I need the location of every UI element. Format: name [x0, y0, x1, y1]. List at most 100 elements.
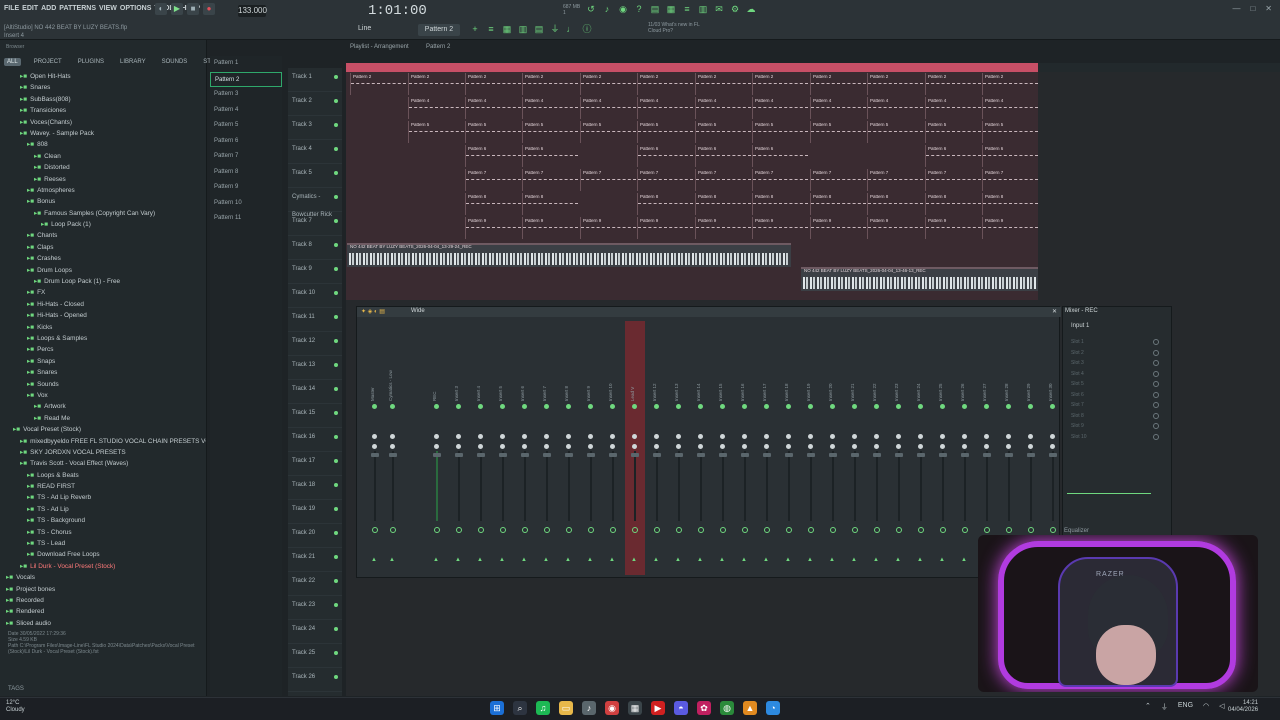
effect-slot[interactable]: Slot 1 — [1071, 337, 1161, 347]
volume-fader-track[interactable] — [392, 451, 394, 521]
mixer-strip[interactable]: Insert 7 ▲ — [537, 321, 557, 575]
spotify-icon[interactable]: ♫ — [536, 701, 550, 715]
menu-item-add[interactable]: ADD — [41, 5, 56, 12]
browser-item[interactable]: ▸■ TS - Lead — [6, 538, 206, 549]
pan-knob[interactable] — [478, 434, 483, 439]
volume-fader-cap[interactable] — [565, 453, 573, 457]
send-knob[interactable] — [808, 527, 814, 533]
route-arrow-icon[interactable]: ▲ — [499, 557, 505, 563]
track-mute-led[interactable] — [334, 267, 338, 271]
volume-fader-track[interactable] — [832, 451, 834, 521]
mixer-strip[interactable]: Insert 3 ▲ — [449, 321, 469, 575]
track-mute-led[interactable] — [334, 123, 338, 127]
pan-knob[interactable] — [434, 434, 439, 439]
volume-fader-track[interactable] — [502, 451, 504, 521]
volume-fader-cap[interactable] — [609, 453, 617, 457]
mixer-strip[interactable]: Insert 5 ▲ — [493, 321, 513, 575]
track-mute-led[interactable] — [334, 555, 338, 559]
pattern-clip[interactable]: Pattern 7 — [695, 169, 751, 191]
pattern-clip[interactable]: Pattern 8 — [982, 193, 1038, 215]
browser-item[interactable]: ▸■ Snaps — [6, 356, 206, 367]
tray-volume-icon[interactable]: ◁ — [1219, 702, 1224, 712]
route-arrow-icon[interactable]: ▲ — [389, 557, 395, 563]
browser-item[interactable]: ▸■ TS - Ad Lip — [6, 504, 206, 515]
track-mute-led[interactable] — [334, 339, 338, 343]
stereo-knob[interactable] — [632, 444, 637, 449]
pattern-clip[interactable]: Pattern 5 — [867, 121, 923, 143]
pattern-clip[interactable]: Pattern 7 — [810, 169, 866, 191]
pattern-clip[interactable]: Pattern 2 — [925, 73, 981, 95]
pattern-clip[interactable]: Pattern 2 — [637, 73, 693, 95]
volume-fader-cap[interactable] — [917, 453, 925, 457]
route-arrow-icon[interactable]: ▲ — [631, 557, 637, 563]
route-arrow-icon[interactable]: ▲ — [521, 557, 527, 563]
send-knob[interactable] — [676, 527, 682, 533]
pattern-clip[interactable]: Pattern 8 — [867, 193, 923, 215]
track-mute-led[interactable] — [334, 651, 338, 655]
strip-active-led[interactable] — [500, 404, 505, 409]
tray-wifi-icon[interactable]: ◠ — [1203, 702, 1209, 712]
browser-tab-sounds[interactable]: SOUNDS — [159, 58, 191, 66]
track-header[interactable]: Cymatics - Bowcutter Rick — [288, 188, 342, 218]
start-icon[interactable]: ⊞ — [490, 701, 504, 715]
send-knob[interactable] — [742, 527, 748, 533]
pattern-item[interactable]: Pattern 5 — [210, 118, 282, 134]
volume-fader-track[interactable] — [722, 451, 724, 521]
volume-fader-cap[interactable] — [653, 453, 661, 457]
pattern-clip[interactable]: Pattern 8 — [925, 193, 981, 215]
mixer-strip[interactable]: Insert 23 ▲ — [889, 321, 909, 575]
strip-active-led[interactable] — [984, 404, 989, 409]
stereo-knob[interactable] — [478, 444, 483, 449]
browser-item[interactable]: ▸■ Loops & Samples — [6, 333, 206, 344]
edge-icon[interactable]: ◔ — [766, 701, 780, 715]
pan-knob[interactable] — [654, 434, 659, 439]
tray-usb-icon[interactable]: ⏚ — [1161, 702, 1168, 712]
pan-knob[interactable] — [522, 434, 527, 439]
stereo-knob[interactable] — [676, 444, 681, 449]
route-arrow-icon[interactable]: ▲ — [873, 557, 879, 563]
cloud-icon[interactable]: ☁ — [746, 4, 756, 14]
pattern-clip[interactable]: Pattern 6 — [465, 145, 521, 167]
track-header[interactable]: Track 2 — [288, 92, 342, 116]
volume-fader-cap[interactable] — [1005, 453, 1013, 457]
browser-item[interactable]: ▸■ Recorded — [6, 595, 206, 606]
volume-fader-track[interactable] — [524, 451, 526, 521]
browser-item[interactable]: ▸■ Open Hit-Hats — [6, 71, 206, 82]
volume-fader-cap[interactable] — [873, 453, 881, 457]
route-arrow-icon[interactable]: ▲ — [371, 557, 377, 563]
pattern-clip[interactable]: Pattern 6 — [982, 145, 1038, 167]
pattern-clip[interactable]: Pattern 6 — [637, 145, 693, 167]
track-mute-led[interactable] — [334, 387, 338, 391]
pattern-item[interactable]: Pattern 2 — [210, 71, 282, 87]
volume-fader-cap[interactable] — [895, 453, 903, 457]
pattern-clip[interactable]: Pattern 2 — [695, 73, 751, 95]
pattern-clip[interactable]: Pattern 9 — [925, 217, 981, 239]
menu-item-file[interactable]: FILE — [4, 5, 19, 12]
volume-fader-track[interactable] — [810, 451, 812, 521]
browser-icon[interactable]: ▤ — [534, 24, 544, 34]
pattern-clip[interactable]: Pattern 4 — [465, 97, 521, 119]
send-knob[interactable] — [632, 527, 638, 533]
strip-active-led[interactable] — [390, 404, 395, 409]
eq-curve[interactable] — [1067, 493, 1151, 494]
stereo-knob[interactable] — [742, 444, 747, 449]
volume-fader-track[interactable] — [568, 451, 570, 521]
volume-fader-cap[interactable] — [807, 453, 815, 457]
route-arrow-icon[interactable]: ▲ — [565, 557, 571, 563]
pattern-clip[interactable]: Pattern 4 — [867, 97, 923, 119]
audio-clip[interactable]: NO 442 BEAT BY LUZY BEATS_2026-04-04_13-… — [347, 243, 791, 267]
pan-knob[interactable] — [1050, 434, 1055, 439]
browser-item[interactable]: ▸■ Clean — [6, 151, 206, 162]
effect-slot[interactable]: Slot 4 — [1071, 369, 1161, 379]
pattern-item[interactable]: Pattern 8 — [210, 165, 282, 181]
track-mute-led[interactable] — [334, 315, 338, 319]
menu-item-view[interactable]: VIEW — [99, 5, 117, 12]
track-mute-led[interactable] — [334, 531, 338, 535]
browser-item[interactable]: ▸■ Famous Samples (Copyright Can Vary) — [6, 208, 206, 219]
browser-item[interactable]: ▸■ Vox — [6, 390, 206, 401]
track-header[interactable]: Track 12 — [288, 332, 342, 356]
strip-active-led[interactable] — [830, 404, 835, 409]
pattern-clip[interactable]: Pattern 6 — [695, 145, 751, 167]
stereo-knob[interactable] — [1050, 444, 1055, 449]
track-header[interactable]: Track 1 — [288, 68, 342, 92]
